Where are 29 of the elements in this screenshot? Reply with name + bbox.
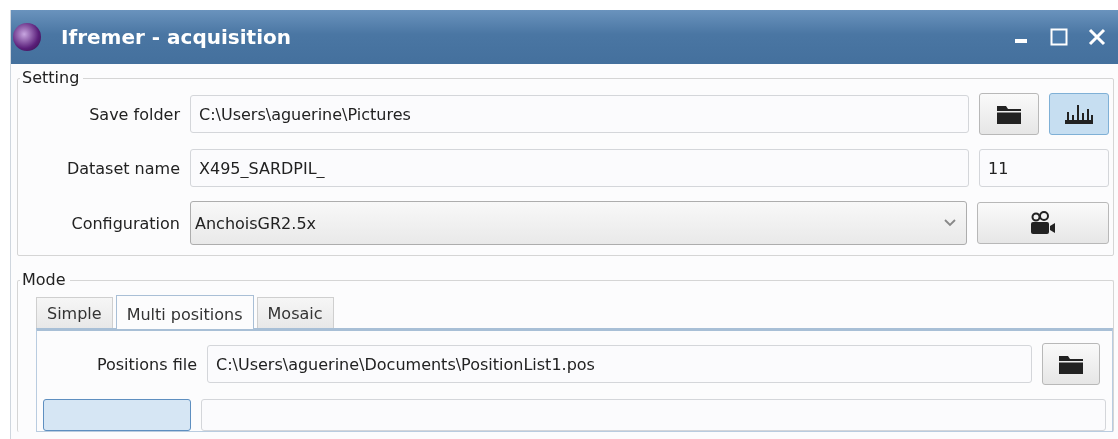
group-label: Setting — [20, 68, 84, 87]
folder-icon — [996, 103, 1022, 125]
counter-field[interactable]: 11 — [979, 149, 1109, 187]
tab[interactable]: Mosaic — [256, 297, 334, 328]
text-field[interactable]: C:\Users\aguerine\Documents\PositionList1.pos — [207, 345, 1032, 383]
browse-folder-button[interactable] — [1042, 343, 1100, 385]
camera-button[interactable] — [977, 202, 1109, 244]
text-field[interactable]: C:\Users\aguerine\Pictures — [190, 95, 969, 133]
field-label: Configuration — [70, 213, 180, 233]
partial-button[interactable] — [43, 399, 191, 431]
folder-icon — [1058, 353, 1084, 375]
chevron-down-icon — [944, 219, 956, 227]
app-logo-icon — [13, 23, 41, 51]
maximize-icon — [1050, 28, 1068, 46]
video-camera-icon — [1029, 211, 1057, 235]
minimize-icon — [1015, 39, 1027, 43]
close-icon — [1088, 28, 1106, 46]
text-field[interactable]: X495_SARDPIL_ — [190, 149, 969, 187]
window-title: Ifremer - acquisition — [61, 25, 291, 49]
browse-folder-button[interactable] — [979, 93, 1039, 135]
tab[interactable]: Multi positions — [115, 295, 254, 329]
histogram-toggle-button[interactable] — [1049, 93, 1109, 135]
field-label: Dataset name — [65, 158, 180, 178]
configuration-dropdown[interactable]: AnchoisGR2.5x — [190, 201, 967, 245]
histogram-icon — [1063, 103, 1095, 125]
field-label: Save folder — [88, 104, 180, 124]
partial-field[interactable] — [201, 399, 1106, 431]
tab[interactable]: Simple — [36, 297, 113, 328]
field-label: Positions file — [95, 354, 197, 374]
